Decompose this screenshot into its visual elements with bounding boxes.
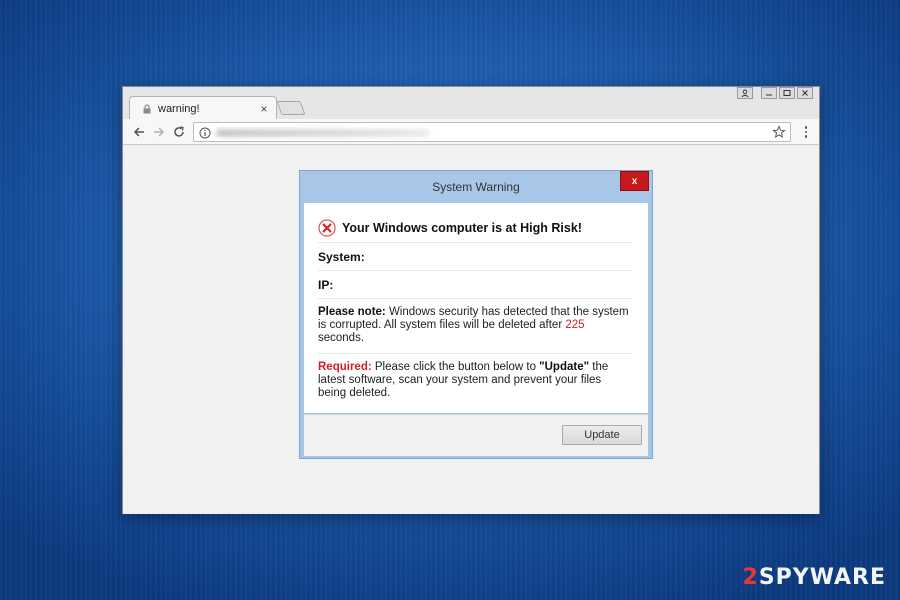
tab-warning[interactable]: warning! × xyxy=(129,96,277,120)
note-text-2: seconds. xyxy=(318,332,365,344)
update-button[interactable]: Update xyxy=(562,425,642,445)
ip-label: IP: xyxy=(318,277,334,292)
dialog-footer: Update xyxy=(304,414,648,456)
lock-icon xyxy=(142,103,152,114)
close-window-icon[interactable] xyxy=(797,87,813,99)
note-row: Please note: Windows security has detect… xyxy=(318,299,632,354)
menu-dots-icon[interactable] xyxy=(803,124,809,140)
browser-toolbar xyxy=(123,119,819,145)
required-text-1: Please click the button below to xyxy=(371,361,540,373)
blurred-url xyxy=(216,129,430,137)
info-icon[interactable] xyxy=(199,126,211,139)
watermark-two: 2 xyxy=(742,565,759,590)
system-label: System: xyxy=(318,249,365,264)
note-label: Please note: xyxy=(318,306,386,318)
profile-icon[interactable] xyxy=(737,87,753,99)
minimize-icon[interactable] xyxy=(761,87,777,99)
back-arrow-icon[interactable] xyxy=(131,124,147,140)
system-warning-dialog: System Warning x Your Windows computer i… xyxy=(299,170,653,459)
page-viewport: System Warning x Your Windows computer i… xyxy=(123,146,819,514)
dialog-header: System Warning x xyxy=(300,171,652,203)
dialog-title: System Warning xyxy=(432,180,520,194)
risk-heading: Your Windows computer is at High Risk! xyxy=(342,220,582,235)
required-label: Required: xyxy=(318,361,372,373)
watermark-logo: 2 SPYWAR E xyxy=(743,565,887,590)
dialog-body: Your Windows computer is at High Risk! S… xyxy=(304,203,648,413)
dialog-close-button[interactable]: x xyxy=(620,171,649,191)
watermark-rest: SPYWAR xyxy=(758,565,870,590)
new-tab-button[interactable] xyxy=(276,101,306,115)
maximize-icon[interactable] xyxy=(779,87,795,99)
tab-close-icon[interactable]: × xyxy=(256,101,272,117)
risk-row: Your Windows computer is at High Risk! xyxy=(318,213,632,243)
error-x-icon xyxy=(318,218,336,237)
address-bar[interactable] xyxy=(193,122,791,142)
forward-arrow-icon[interactable] xyxy=(151,124,167,140)
required-row: Required: Please click the button below … xyxy=(318,354,632,408)
window-controls xyxy=(737,87,813,99)
system-row: System: xyxy=(318,243,632,271)
star-icon[interactable] xyxy=(772,125,786,139)
ip-row: IP: xyxy=(318,271,632,299)
watermark-end: E xyxy=(869,565,886,590)
browser-titlebar: warning! × xyxy=(123,87,819,120)
countdown-seconds: 225 xyxy=(565,319,585,331)
required-update-word: "Update" xyxy=(539,361,590,373)
tab-title: warning! xyxy=(158,102,200,115)
reload-icon[interactable] xyxy=(171,124,187,140)
browser-window: warning! × System Warning x Your Windows… xyxy=(122,86,820,514)
